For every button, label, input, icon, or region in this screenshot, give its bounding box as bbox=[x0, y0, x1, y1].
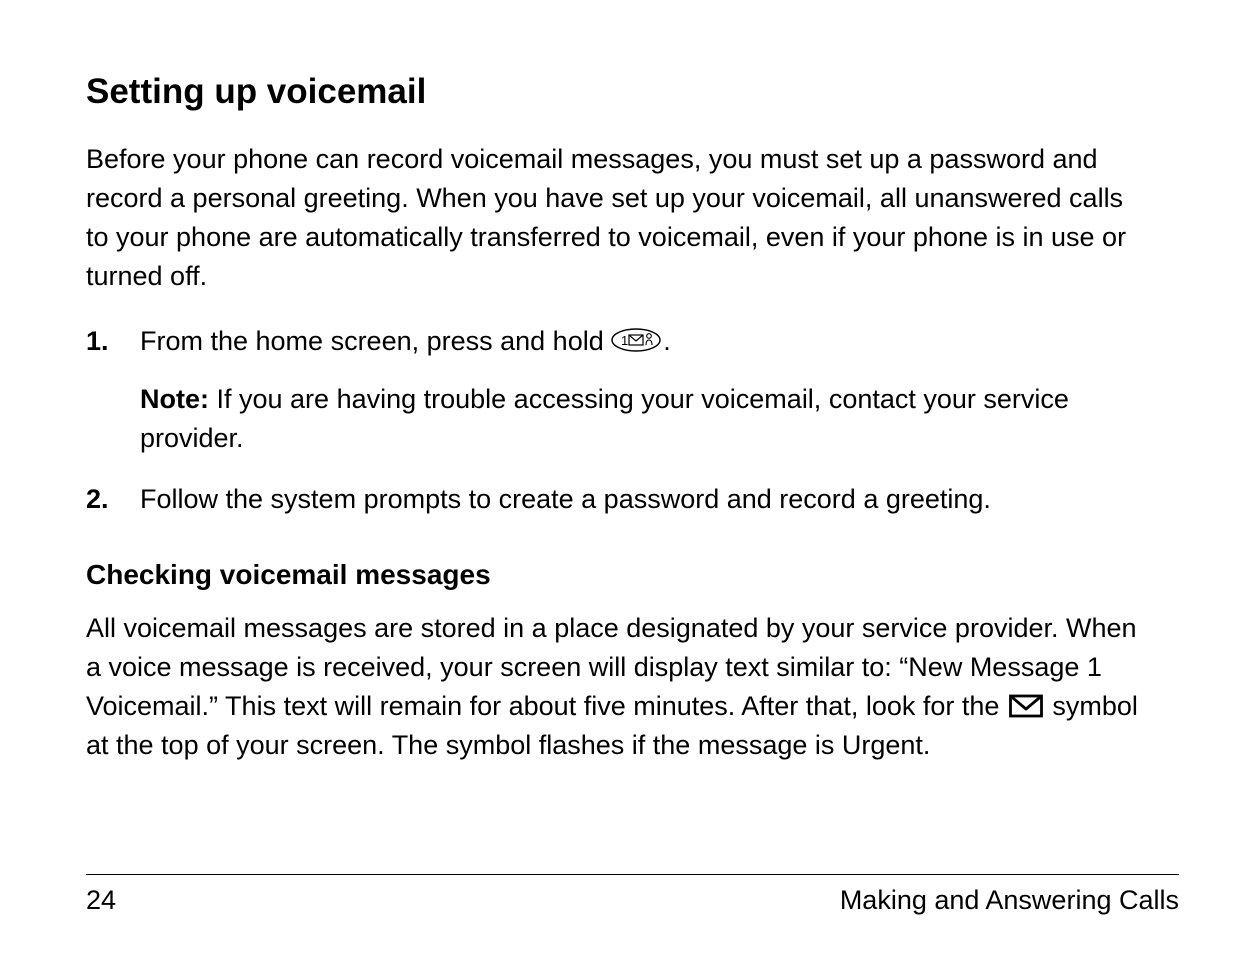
step-text-after: . bbox=[663, 326, 671, 356]
subheading: Checking voicemail messages bbox=[86, 559, 1149, 591]
document-page: Setting up voicemail Before your phone c… bbox=[0, 0, 1235, 765]
step-text-before: From the home screen, press and hold bbox=[140, 326, 611, 356]
steps-list: 1. From the home screen, press and hold … bbox=[86, 322, 1149, 520]
svg-text:1: 1 bbox=[621, 333, 628, 348]
step-item: 1. From the home screen, press and hold … bbox=[86, 322, 1149, 459]
intro-paragraph: Before your phone can record voicemail m… bbox=[86, 140, 1149, 296]
step-number: 1. bbox=[86, 322, 109, 361]
para2-before: All voicemail messages are stored in a p… bbox=[86, 613, 1137, 721]
checking-paragraph: All voicemail messages are stored in a p… bbox=[86, 609, 1149, 765]
page-number: 24 bbox=[86, 885, 116, 916]
section-title: Making and Answering Calls bbox=[840, 885, 1179, 916]
voicemail-key-icon: 1 bbox=[611, 328, 661, 352]
note-text: If you are having trouble accessing your… bbox=[140, 384, 1069, 453]
footer-rule bbox=[86, 874, 1179, 875]
step-number: 2. bbox=[86, 480, 109, 519]
page-footer: 24 Making and Answering Calls bbox=[86, 874, 1179, 916]
envelope-icon bbox=[1009, 694, 1043, 718]
step-text: Follow the system prompts to create a pa… bbox=[140, 484, 991, 514]
page-heading: Setting up voicemail bbox=[86, 72, 1149, 112]
note-label: Note: bbox=[140, 384, 209, 414]
step-item: 2. Follow the system prompts to create a… bbox=[86, 480, 1149, 519]
step-note: Note: If you are having trouble accessin… bbox=[140, 380, 1149, 458]
